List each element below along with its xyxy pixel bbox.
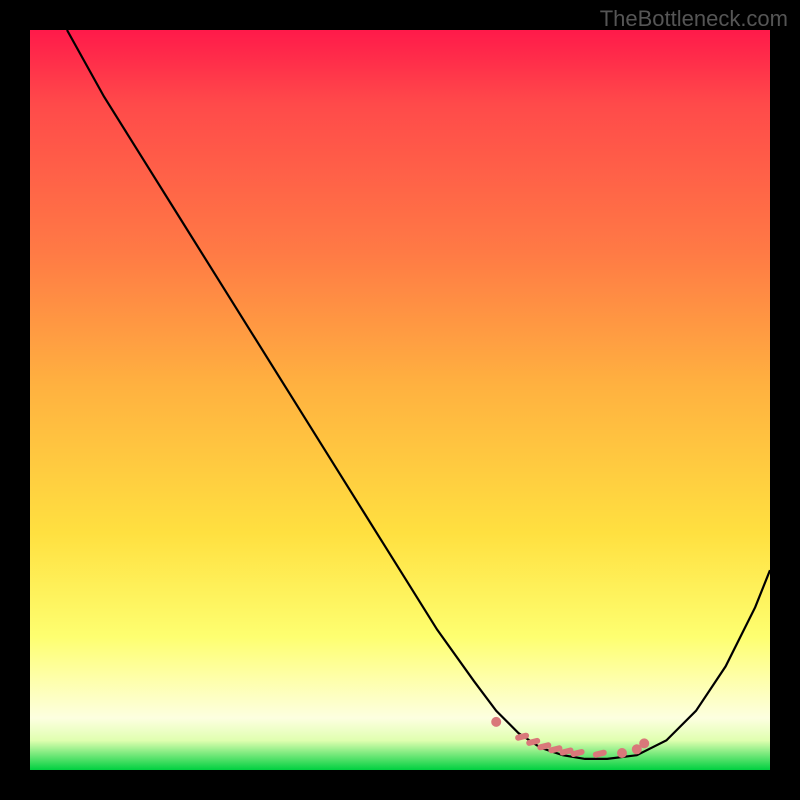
- highlight-dash: [574, 752, 582, 754]
- highlight-dash: [518, 736, 526, 738]
- highlight-dash: [540, 745, 548, 747]
- highlight-dash: [596, 753, 604, 755]
- chart-frame: [30, 30, 770, 770]
- highlight-dash: [529, 741, 537, 743]
- watermark-text: TheBottleneck.com: [600, 6, 788, 32]
- highlight-dash: [551, 748, 559, 750]
- highlight-dot: [617, 748, 627, 758]
- highlight-dot: [639, 738, 649, 748]
- optimal-zone-markers: [491, 717, 649, 758]
- bottleneck-curve-line: [67, 30, 770, 759]
- highlight-dash: [563, 751, 571, 753]
- chart-svg: [30, 30, 770, 770]
- highlight-dot: [491, 717, 501, 727]
